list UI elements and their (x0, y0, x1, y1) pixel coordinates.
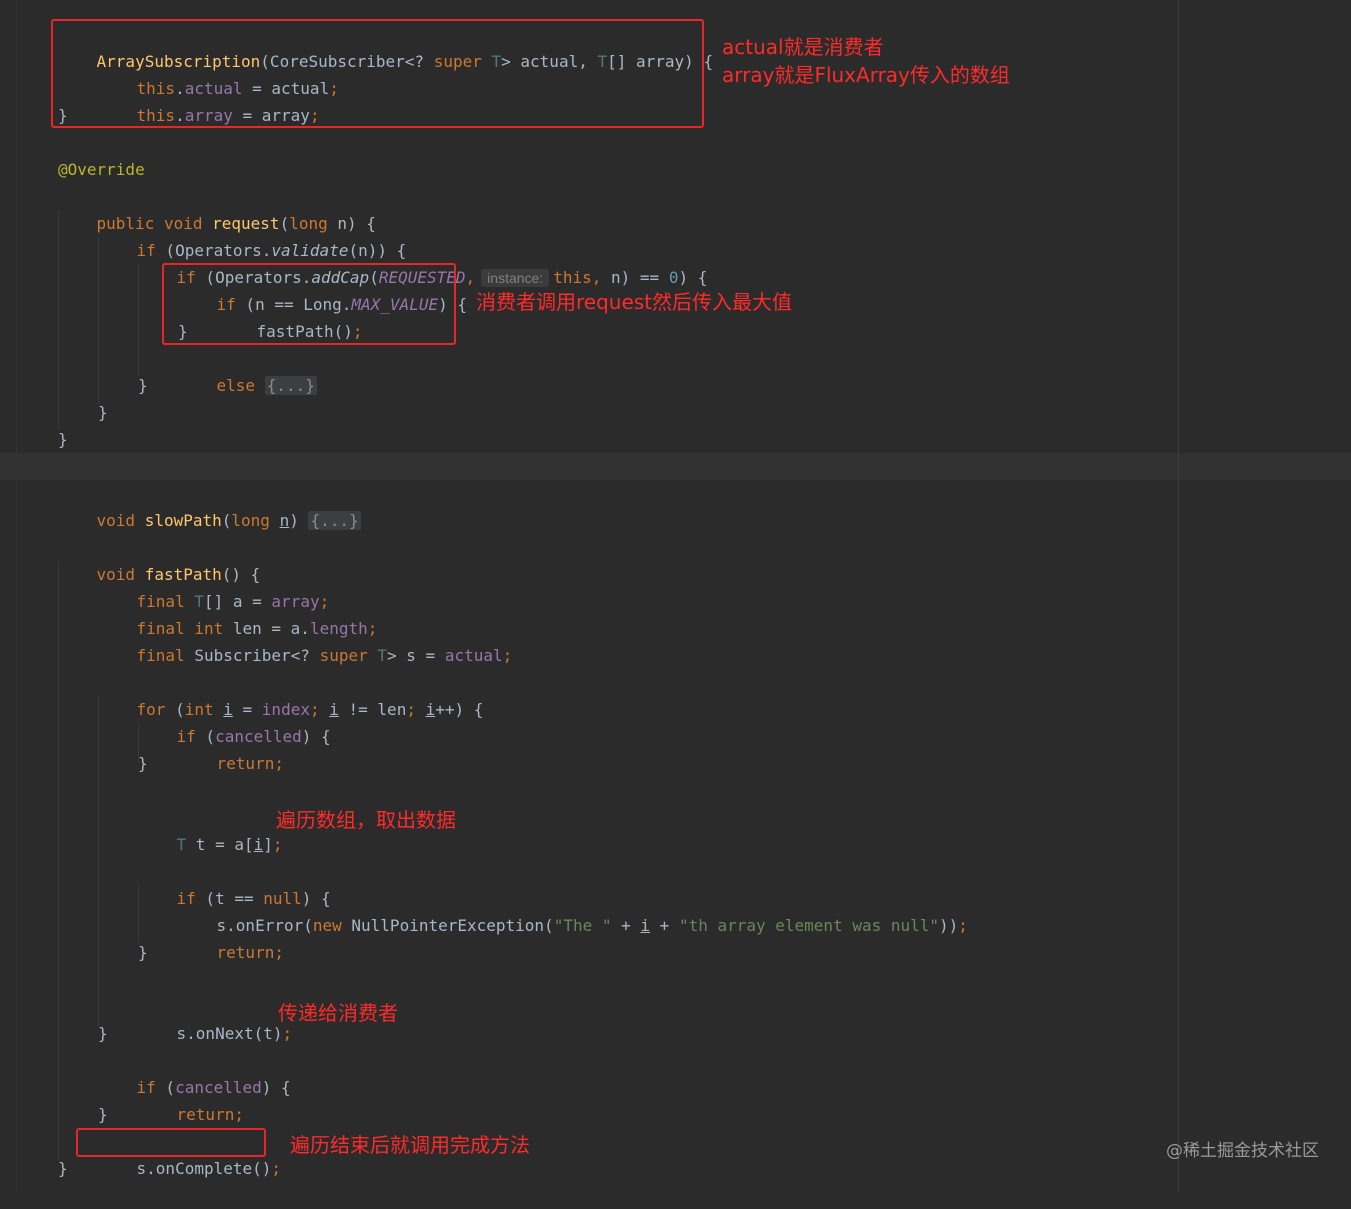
code-line[interactable]: if (Operators.addCap(REQUESTED, instance:… (138, 237, 707, 287)
code-line[interactable]: T t = a[i]; (138, 804, 283, 854)
note-onnext: 传递给消费者 (278, 1001, 398, 1025)
note-constructor-actual: actual就是消费者 (722, 35, 884, 59)
code-line[interactable]: return; (178, 912, 284, 962)
code-line[interactable]: final T[] a = array; (98, 561, 330, 611)
folded-code-block[interactable]: {...} (264, 376, 317, 395)
code-line[interactable]: if (Operators.validate(n)) { (98, 210, 407, 260)
highlight-box-oncomplete (76, 1128, 266, 1157)
highlight-box-constructor (51, 19, 704, 128)
parameter-hint: instance: (481, 269, 550, 287)
code-line[interactable]: else {...} (178, 345, 317, 395)
code-line[interactable]: if (cancelled) { (138, 696, 331, 746)
code-line-fastpath[interactable]: void fastPath() { (58, 534, 261, 584)
code-line-annotation[interactable]: @Override (58, 156, 145, 183)
watermark: @稀土掘金技术社区 (1166, 1141, 1319, 1161)
code-line[interactable]: } (138, 372, 148, 399)
right-margin-guide (1178, 0, 1179, 1192)
code-line[interactable]: return; (178, 723, 284, 773)
folded-code-block[interactable]: {...} (308, 511, 361, 530)
code-line[interactable]: } (98, 1020, 108, 1047)
code-line-request[interactable]: public void request(long n) { (58, 183, 376, 233)
code-line[interactable]: if (cancelled) { (98, 1047, 291, 1097)
code-line[interactable]: if (t == null) { (138, 858, 331, 908)
indent-guide (58, 561, 59, 1161)
code-line[interactable]: s.onNext(t); (138, 993, 293, 1043)
note-constructor-array: array就是FluxArray传入的数组 (722, 63, 1010, 87)
note-complete: 遍历结束后就调用完成方法 (290, 1133, 530, 1157)
note-request: 消费者调用request然后传入最大值 (476, 290, 793, 314)
code-editor[interactable]: ArraySubscription(CoreSubscriber<? super… (0, 0, 1351, 1192)
code-line[interactable]: s.onError(new NullPointerException("The … (178, 885, 968, 935)
code-line[interactable]: } (58, 426, 68, 453)
code-line[interactable]: final Subscriber<? super T> s = actual; (98, 615, 513, 665)
highlight-box-fastpath-condition (162, 263, 456, 345)
code-line[interactable]: final int len = a.length; (98, 588, 378, 638)
code-line[interactable]: } (58, 1155, 68, 1182)
code-line[interactable]: } (138, 750, 148, 777)
code-line-slowpath[interactable]: void slowPath(long n) {...} (58, 480, 361, 530)
code-line-for-loop[interactable]: for (int i = index; i != len; i++) { (98, 669, 484, 719)
code-line[interactable]: } (138, 939, 148, 966)
code-line[interactable]: } (98, 1101, 108, 1128)
gutter (0, 0, 17, 1192)
note-loop: 遍历数组，取出数据 (276, 808, 456, 832)
code-line[interactable]: return; (138, 1074, 244, 1124)
code-line[interactable]: } (98, 399, 108, 426)
current-line-highlight (0, 453, 1351, 480)
